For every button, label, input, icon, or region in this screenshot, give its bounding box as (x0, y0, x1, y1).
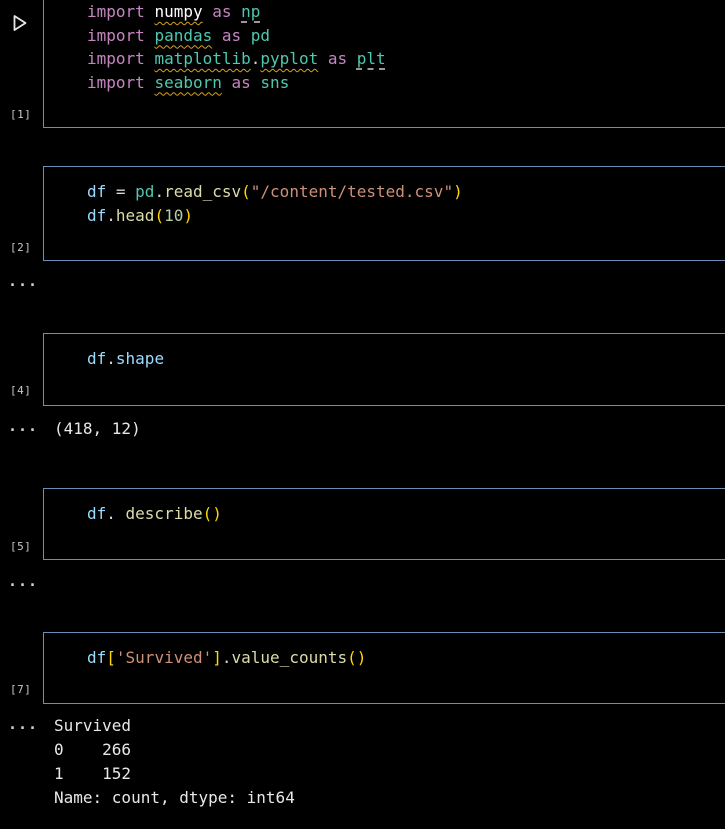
code-editor-5[interactable]: df. describe() (87, 502, 222, 526)
code-token: . (221, 648, 232, 667)
code-token: matplotlib (154, 49, 251, 68)
code-token: ] (212, 648, 222, 667)
play-icon (13, 15, 27, 31)
code-token: as (221, 25, 242, 45)
code-line: import pandas as pd (87, 24, 386, 48)
code-line: df. describe() (87, 502, 222, 526)
code-token: as (231, 72, 251, 92)
code-token: df (87, 182, 107, 201)
code-token: . (250, 49, 261, 68)
code-token: import (87, 2, 145, 21)
code-cell-4[interactable]: df.shape (43, 333, 725, 406)
code-token: . (106, 504, 126, 523)
code-token: pd (250, 25, 271, 45)
code-token: df (87, 648, 107, 667)
code-editor-7[interactable]: df['Survived'].value_counts() (87, 646, 366, 670)
code-token: "/content/tested.csv" (250, 182, 454, 201)
code-cell-1[interactable]: import numpy as np import pandas as pd imp… (43, 0, 725, 128)
code-line: import matplotlib.pyplot as plt (87, 47, 386, 71)
code-line: df.shape (87, 347, 164, 371)
code-token: numpy (154, 2, 203, 21)
code-line: df['Survived'].value_counts() (87, 646, 366, 670)
output-menu-ellipsis-7[interactable]: ... (8, 717, 38, 732)
code-token: shape (115, 349, 165, 368)
run-cell-button[interactable] (12, 14, 28, 32)
code-line: df.head(10) (87, 204, 463, 228)
code-token: ( (241, 182, 251, 201)
code-token: df (87, 349, 107, 368)
code-line: import numpy as np (87, 0, 386, 24)
code-token: pyplot (260, 49, 319, 68)
code-token: . (106, 205, 116, 225)
code-token: ) (453, 182, 463, 201)
code-token: . (106, 349, 116, 368)
cell-output-4: (418, 12) (54, 419, 141, 438)
code-token: 10 (164, 205, 184, 225)
code-token: ) (183, 205, 193, 225)
code-token: df (87, 205, 107, 225)
code-token: . (154, 182, 165, 201)
code-editor-2[interactable]: df = pd.read_csv("/content/tested.csv") d… (87, 180, 463, 227)
code-token: () (202, 504, 222, 523)
code-token: describe (125, 504, 203, 523)
cell-output-7: Survived 0 266 1 152 Name: count, dtype:… (54, 716, 295, 807)
code-token: sns (260, 72, 290, 92)
execution-count-4: [4] (10, 384, 32, 397)
code-token: () (347, 648, 367, 667)
code-token: head (115, 205, 155, 225)
execution-count-2: [2] (10, 241, 32, 254)
code-token: import (87, 25, 145, 45)
code-editor-4[interactable]: df.shape (87, 347, 164, 371)
code-token: as (327, 49, 348, 68)
code-line: import seaborn as sns (87, 71, 386, 95)
execution-count-7: [7] (10, 683, 32, 696)
execution-count-1: [1] (10, 108, 32, 121)
code-token: ( (154, 205, 165, 225)
code-cell-7[interactable]: df['Survived'].value_counts() (43, 632, 725, 704)
execution-count-5: [5] (10, 540, 32, 553)
code-cell-5[interactable]: df. describe() (43, 488, 725, 560)
code-cell-2[interactable]: df = pd.read_csv("/content/tested.csv") d… (43, 166, 725, 261)
code-token: pd (135, 182, 155, 201)
code-editor-1[interactable]: import numpy as np import pandas as pd imp… (87, 0, 386, 94)
code-token: seaborn (154, 72, 222, 92)
code-token: value_counts (231, 648, 348, 667)
code-token: read_csv (164, 182, 242, 201)
output-menu-ellipsis-4[interactable]: ... (8, 419, 38, 434)
output-collapsed-ellipsis-2[interactable]: ... (8, 274, 38, 289)
code-token: np (241, 2, 261, 21)
code-token: 'Survived' (115, 648, 213, 667)
code-token: = (106, 182, 136, 201)
code-token: import (87, 49, 145, 68)
code-line: df = pd.read_csv("/content/tested.csv") (87, 180, 463, 204)
code-token: as (212, 2, 232, 21)
code-token: df (87, 504, 107, 523)
code-token: [ (106, 648, 116, 667)
code-token: pandas (154, 25, 213, 45)
code-token: plt (356, 49, 386, 68)
code-token: import (87, 72, 145, 92)
output-collapsed-ellipsis-5[interactable]: ... (8, 574, 38, 589)
